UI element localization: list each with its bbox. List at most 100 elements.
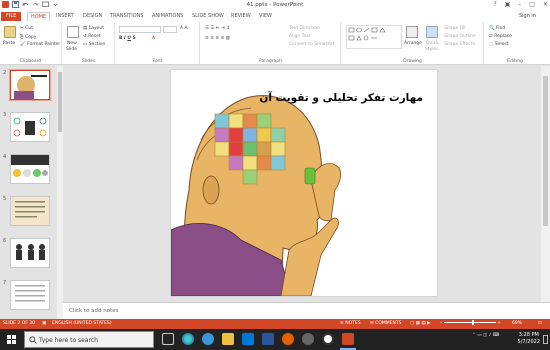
media-player-icon[interactable] bbox=[302, 333, 314, 345]
close-button[interactable]: ✕ bbox=[543, 1, 548, 8]
layout-button[interactable]: ▤ Layout bbox=[83, 26, 104, 31]
store-icon[interactable] bbox=[242, 333, 254, 345]
font-name-dropdown[interactable] bbox=[119, 26, 161, 33]
edge-icon[interactable] bbox=[202, 333, 214, 345]
ribbon-display-icon[interactable]: ▣ bbox=[505, 1, 511, 8]
quick-styles-icon[interactable] bbox=[426, 26, 438, 38]
zoom-slider[interactable]: – + bbox=[440, 320, 501, 326]
convert-smartart-button[interactable]: Convert to SmartArt bbox=[289, 42, 334, 47]
replace-button[interactable]: ⇄ Replace bbox=[489, 34, 512, 39]
cortana-icon[interactable] bbox=[182, 333, 194, 345]
language-indicator[interactable]: ENGLISH (UNITED STATES) bbox=[52, 321, 112, 326]
quick-styles-button-line2[interactable]: Styles bbox=[425, 47, 439, 52]
notes-placeholder: Click to add notes bbox=[69, 308, 119, 314]
arrange-icon[interactable] bbox=[406, 26, 418, 38]
paste-icon[interactable] bbox=[4, 26, 16, 38]
tab-view[interactable]: VIEW bbox=[259, 12, 272, 21]
font-grow-button[interactable]: A A bbox=[180, 26, 188, 31]
align-text-button[interactable]: Align Text bbox=[289, 34, 311, 39]
quick-styles-button[interactable]: Quick bbox=[426, 41, 439, 46]
notes-toggle[interactable]: ≡ NOTES bbox=[340, 321, 361, 326]
maximize-button[interactable]: □ bbox=[529, 1, 535, 8]
bold-button[interactable]: B I U S bbox=[119, 36, 136, 41]
slide-editing-area: مهارت تفکر تحلیلی و تقویت آن bbox=[63, 66, 541, 302]
tab-transitions[interactable]: TRANSITIONS bbox=[110, 12, 144, 21]
tab-slide-show[interactable]: SLIDE SHOW bbox=[192, 12, 224, 21]
tab-file[interactable]: FILE bbox=[1, 12, 22, 21]
thumbnail-number: 5 bbox=[3, 196, 7, 202]
shapes-gallery[interactable] bbox=[346, 25, 402, 49]
ribbon: Paste ✂ Cut ⎘ Copy 🖌 Format Painter Clip… bbox=[0, 21, 550, 65]
shape-effects-button[interactable]: Shape Effects bbox=[444, 42, 475, 47]
view-buttons[interactable]: ▢ ▦ ▤ ▶ bbox=[410, 321, 431, 326]
text-direction-button[interactable]: Text Direction bbox=[289, 26, 320, 31]
spellcheck-icon[interactable]: ▣ bbox=[42, 321, 46, 326]
thumbnail-slide-6[interactable] bbox=[10, 238, 50, 268]
zoom-level[interactable]: 69% bbox=[512, 321, 522, 326]
shape-fill-button[interactable]: Shape Fill bbox=[444, 26, 466, 31]
thumbnail-slide-2[interactable] bbox=[9, 69, 51, 101]
mail-icon[interactable] bbox=[262, 333, 274, 345]
thumbnail-slide-5[interactable] bbox=[10, 196, 50, 226]
scrollbar-thumb[interactable] bbox=[58, 72, 62, 132]
format-painter-label: Format Painter bbox=[27, 42, 61, 47]
tab-home[interactable]: HOME bbox=[27, 12, 51, 21]
new-slide-icon[interactable] bbox=[67, 26, 79, 38]
comments-toggle[interactable]: ✉ COMMENTS bbox=[370, 321, 401, 326]
tab-review[interactable]: REVIEW bbox=[231, 12, 251, 21]
system-tray-icons[interactable]: ⌃ ▭ ◫ ♪ ⌨ bbox=[472, 333, 499, 338]
copy-button[interactable]: ⎘ Copy bbox=[20, 34, 36, 40]
window-title: 41.pptx - PowerPoint bbox=[246, 2, 304, 8]
clock-time: 3:28 PM bbox=[518, 332, 539, 338]
help-icon[interactable]: ? bbox=[493, 1, 496, 8]
tab-design[interactable]: DESIGN bbox=[83, 12, 102, 21]
cut-button[interactable]: ✂ Cut bbox=[20, 26, 33, 31]
new-slide-button-line2[interactable]: Slide bbox=[66, 47, 77, 52]
editing-group: 🔍 Find ⇄ Replace ⬚ Select Editing bbox=[485, 22, 545, 64]
thumbnail-image bbox=[14, 75, 47, 99]
notes-pane[interactable]: Click to add notes bbox=[63, 302, 550, 319]
font-group: A A B I U S A Font bbox=[116, 22, 200, 64]
format-painter-button[interactable]: 🖌 Format Painter bbox=[20, 42, 60, 47]
bullets-button[interactable]: ☰ ☰ ⇤ ⇥ ↕ bbox=[205, 26, 230, 31]
font-group-label: Font bbox=[152, 59, 163, 64]
windows-start-icon[interactable] bbox=[7, 335, 16, 344]
slide-vertical-scrollbar[interactable] bbox=[541, 66, 550, 302]
arrange-button[interactable]: Arrange bbox=[404, 41, 422, 46]
search-placeholder: Type here to search bbox=[39, 337, 98, 344]
find-label: Find bbox=[496, 26, 506, 31]
thumbnail-slide-7[interactable] bbox=[10, 280, 50, 310]
layout-label: Layout bbox=[88, 26, 104, 31]
sign-in-link[interactable]: Sign in bbox=[519, 13, 536, 19]
notification-center-icon[interactable] bbox=[543, 335, 548, 344]
select-button[interactable]: ⬚ Select bbox=[489, 42, 509, 47]
app-circle-icon[interactable] bbox=[322, 333, 334, 345]
thumbnail-slide-4[interactable] bbox=[10, 154, 50, 184]
find-button[interactable]: 🔍 Find bbox=[489, 26, 505, 31]
clipboard-group: Paste ✂ Cut ⎘ Copy 🖌 Format Painter Clip… bbox=[0, 22, 62, 64]
reset-button[interactable]: ↺ Reset bbox=[83, 34, 101, 39]
section-button[interactable]: ▭ Section bbox=[83, 42, 105, 47]
current-slide[interactable]: مهارت تفکر تحلیلی و تقویت آن bbox=[171, 70, 437, 296]
font-size-dropdown[interactable] bbox=[163, 26, 177, 33]
align-buttons[interactable]: ≡ ≡ ≡ ≡ ▥ bbox=[205, 36, 230, 41]
minimize-button[interactable]: – bbox=[518, 1, 521, 8]
font-color-button[interactable]: A bbox=[152, 36, 155, 41]
fit-slide-icon[interactable]: ⊡ bbox=[538, 321, 542, 326]
tab-animations[interactable]: ANIMATIONS bbox=[152, 12, 183, 21]
taskbar-search-box[interactable]: Type here to search bbox=[24, 331, 154, 348]
status-bar: SLIDE 2 OF 30 ▣ ENGLISH (UNITED STATES) … bbox=[0, 319, 550, 329]
scrollbar-thumb[interactable] bbox=[543, 76, 548, 226]
tab-insert[interactable]: INSERT bbox=[56, 12, 74, 21]
file-explorer-icon[interactable] bbox=[222, 333, 234, 345]
paste-button[interactable]: Paste bbox=[3, 41, 15, 46]
select-label: Select bbox=[494, 42, 509, 47]
slide-title[interactable]: مهارت تفکر تحلیلی و تقویت آن bbox=[259, 92, 423, 104]
task-view-icon[interactable] bbox=[162, 333, 174, 345]
thumbnail-slide-3[interactable] bbox=[10, 112, 50, 142]
shape-outline-button[interactable]: Shape Outline bbox=[444, 34, 476, 39]
new-slide-button[interactable]: New bbox=[67, 41, 77, 46]
firefox-icon[interactable] bbox=[282, 333, 294, 345]
powerpoint-taskbar-icon[interactable] bbox=[342, 333, 354, 345]
taskbar-clock[interactable]: 3:28 PM 5/7/2022 bbox=[518, 332, 540, 346]
